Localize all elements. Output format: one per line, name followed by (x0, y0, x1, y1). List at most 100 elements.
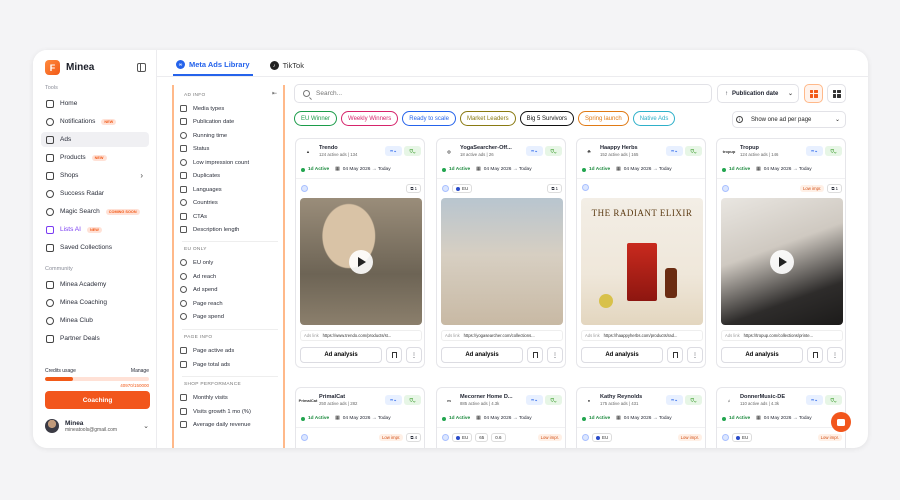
ad-creative[interactable]: THE RADIANT ELIXIR (581, 198, 703, 325)
ads-link[interactable]: Ads link https://www.trendo.com/products/… (300, 330, 422, 341)
chat-button[interactable] (831, 412, 851, 432)
shopify-icon[interactable]: ⛉⌄ (545, 395, 562, 405)
bookmark-button[interactable] (667, 347, 683, 363)
filter-ctas[interactable]: CTAs (180, 213, 207, 220)
ad-creative[interactable] (441, 198, 563, 325)
shopify-icon[interactable]: ⛉⌄ (685, 395, 702, 405)
brand-name[interactable]: PrimalCat (319, 394, 357, 400)
duplicates-badge[interactable]: ⧉ 1 (406, 184, 421, 193)
tab-tiktok[interactable]: ♪ TikTok (267, 58, 307, 76)
more-options-button[interactable]: ⋮ (547, 347, 563, 363)
manage-credits-link[interactable]: Manage (131, 368, 149, 374)
ad-analysis-button[interactable]: Ad analysis (441, 347, 523, 363)
sidebar-item-magic-search[interactable]: Magic Search COMING SOON (41, 204, 149, 219)
preset-chip[interactable]: Weekly Winners (341, 111, 399, 126)
ad-creative[interactable] (300, 198, 422, 325)
ad-card[interactable]: PrimalCat PrimalCat 250 active ads | 282 ∞⌄… (295, 387, 425, 448)
ad-analysis-button[interactable]: Ad analysis (581, 347, 663, 363)
sidebar-item-partner-deals[interactable]: Partner Deals (41, 331, 149, 346)
brand-name[interactable]: DonnerMusic-DE (740, 394, 785, 400)
preset-chip[interactable]: Spring launch (578, 111, 629, 126)
duplicates-badge[interactable]: ⧉ 4 (406, 433, 421, 442)
meta-icon[interactable]: ∞⌄ (385, 146, 402, 156)
brand-name[interactable]: Haappy Herbs (600, 145, 638, 151)
sidebar-item-minea-coaching[interactable]: Minea Coaching (41, 295, 149, 310)
meta-icon[interactable]: ∞⌄ (526, 395, 543, 405)
play-icon[interactable] (349, 249, 373, 274)
filter-media-types[interactable]: Media types (180, 105, 224, 112)
filter-status[interactable]: Status (180, 145, 209, 152)
shopify-icon[interactable]: ⛉⌄ (545, 146, 562, 156)
brand-name[interactable]: Kathy Reynolds (600, 394, 642, 400)
filter-publication-date[interactable]: Publication date (180, 118, 234, 125)
filter-average-daily-revenue[interactable]: Average daily revenue (180, 421, 251, 428)
ads-link[interactable]: Ads link https://haappyherbs.com/products… (581, 330, 703, 341)
user-menu[interactable]: Minea mineatools@gmail.com ⌄ (45, 419, 149, 433)
ad-card[interactable]: ♫ DonnerMusic-DE 110 active ads | 4.3k ∞⌄ ⛉⌄… (716, 387, 846, 448)
filter-running-time[interactable]: Running time (180, 132, 227, 139)
sidebar-item-products[interactable]: Products NEW (41, 150, 149, 165)
sidebar-item-lists-ai[interactable]: Lists AI NEW (41, 222, 149, 237)
preset-chip[interactable]: Market Leaders (459, 111, 516, 126)
filter-monthly-visits[interactable]: Monthly visits (180, 394, 228, 401)
ads-link[interactable]: Ads link https://tropup.com/collections/p… (721, 330, 843, 341)
sidebar-item-saved-collections[interactable]: Saved Collections (41, 240, 149, 255)
tab-meta-ads-library[interactable]: ∞ Meta Ads Library (173, 58, 253, 76)
preset-chip[interactable]: Native Ads (632, 111, 676, 126)
meta-icon[interactable]: ∞⌄ (666, 146, 683, 156)
play-icon[interactable] (770, 249, 794, 274)
more-options-button[interactable]: ⋮ (687, 347, 703, 363)
more-options-button[interactable]: ⋮ (406, 347, 422, 363)
bookmark-button[interactable] (527, 347, 543, 363)
preset-chip[interactable]: EU Winner (294, 111, 338, 126)
sort-dropdown[interactable]: ↑ Publication date ⌄ (717, 84, 799, 103)
filter-duplicates[interactable]: Duplicates (180, 172, 220, 179)
ad-card[interactable]: tropup Tropup 124 active ads | 146 ∞⌄ ⛉⌄ 1d A… (716, 138, 846, 368)
shopify-icon[interactable]: ⛉⌄ (404, 146, 421, 156)
brand-name[interactable]: Tropup (740, 145, 778, 151)
shopify-icon[interactable]: ⛉⌄ (685, 146, 702, 156)
meta-icon[interactable]: ∞⌄ (526, 146, 543, 156)
ad-card[interactable]: ▲ Trendo 124 active ads | 134 ∞⌄ ⛉⌄ 1d Active… (295, 138, 425, 368)
filter-page-spend[interactable]: Page spend (180, 313, 224, 320)
ads-link[interactable]: Ads link https://yogasearcher.com/collect… (441, 330, 563, 341)
meta-icon[interactable]: ∞⌄ (385, 395, 402, 405)
filter-page-reach[interactable]: Page reach (180, 300, 223, 307)
search-bar[interactable] (294, 84, 712, 103)
filter-eu-only[interactable]: EU only (180, 259, 213, 266)
filter-page-active-ads[interactable]: Page active ads (180, 347, 234, 354)
shopify-icon[interactable]: ⛉⌄ (825, 395, 842, 405)
sidebar-item-shops[interactable]: Shops › (41, 168, 149, 183)
sidebar-item-notifications[interactable]: Notifications NEW (41, 114, 149, 129)
brand-name[interactable]: Mecorner Home D... (460, 394, 513, 400)
preset-chip[interactable]: Big 5 Survivors (519, 111, 574, 126)
sidebar-item-home[interactable]: Home (41, 96, 149, 111)
meta-icon[interactable]: ∞⌄ (666, 395, 683, 405)
grid-view-button[interactable] (804, 84, 823, 103)
brand-name[interactable]: YogaSearcher-Off... (460, 145, 512, 151)
ad-card[interactable]: ● Kathy Reynolds 175 active ads | 431 ∞⌄ ⛉⌄ 1… (576, 387, 706, 448)
sidebar-item-minea-club[interactable]: Minea Club (41, 313, 149, 328)
filter-low-impression[interactable]: Low impression count (180, 159, 249, 166)
ad-card[interactable]: m Mecorner Home D... 885 active ads | 4.3k… (436, 387, 566, 448)
shopify-icon[interactable]: ⛉⌄ (825, 146, 842, 156)
meta-icon[interactable]: ∞⌄ (806, 146, 823, 156)
bookmark-button[interactable] (807, 347, 823, 363)
preset-chip[interactable]: Ready to scale (402, 111, 456, 126)
sidebar-collapse-icon[interactable] (137, 63, 146, 72)
filter-ad-spend[interactable]: Ad spend (180, 286, 218, 293)
filter-page-total-ads[interactable]: Page total ads (180, 361, 230, 368)
filter-visits-growth[interactable]: Visits growth 1 mo (%) (180, 408, 251, 415)
ad-creative[interactable] (721, 198, 843, 325)
pin-panel-icon[interactable]: ⇤ (272, 90, 277, 97)
sidebar-item-success-radar[interactable]: Success Radar (41, 186, 149, 201)
filter-countries[interactable]: Countries (180, 199, 218, 206)
bookmark-button[interactable] (386, 347, 402, 363)
brand-name[interactable]: Trendo (319, 145, 357, 151)
brand[interactable]: F Minea (45, 60, 94, 75)
large-grid-view-button[interactable] (827, 84, 846, 103)
coaching-button[interactable]: Coaching (45, 391, 150, 409)
filter-description-length[interactable]: Description length (180, 226, 239, 233)
ad-card[interactable]: ☘ Haappy Herbs 152 active ads | 165 ∞⌄ ⛉⌄ 1d … (576, 138, 706, 368)
sidebar-item-minea-academy[interactable]: Minea Academy (41, 277, 149, 292)
